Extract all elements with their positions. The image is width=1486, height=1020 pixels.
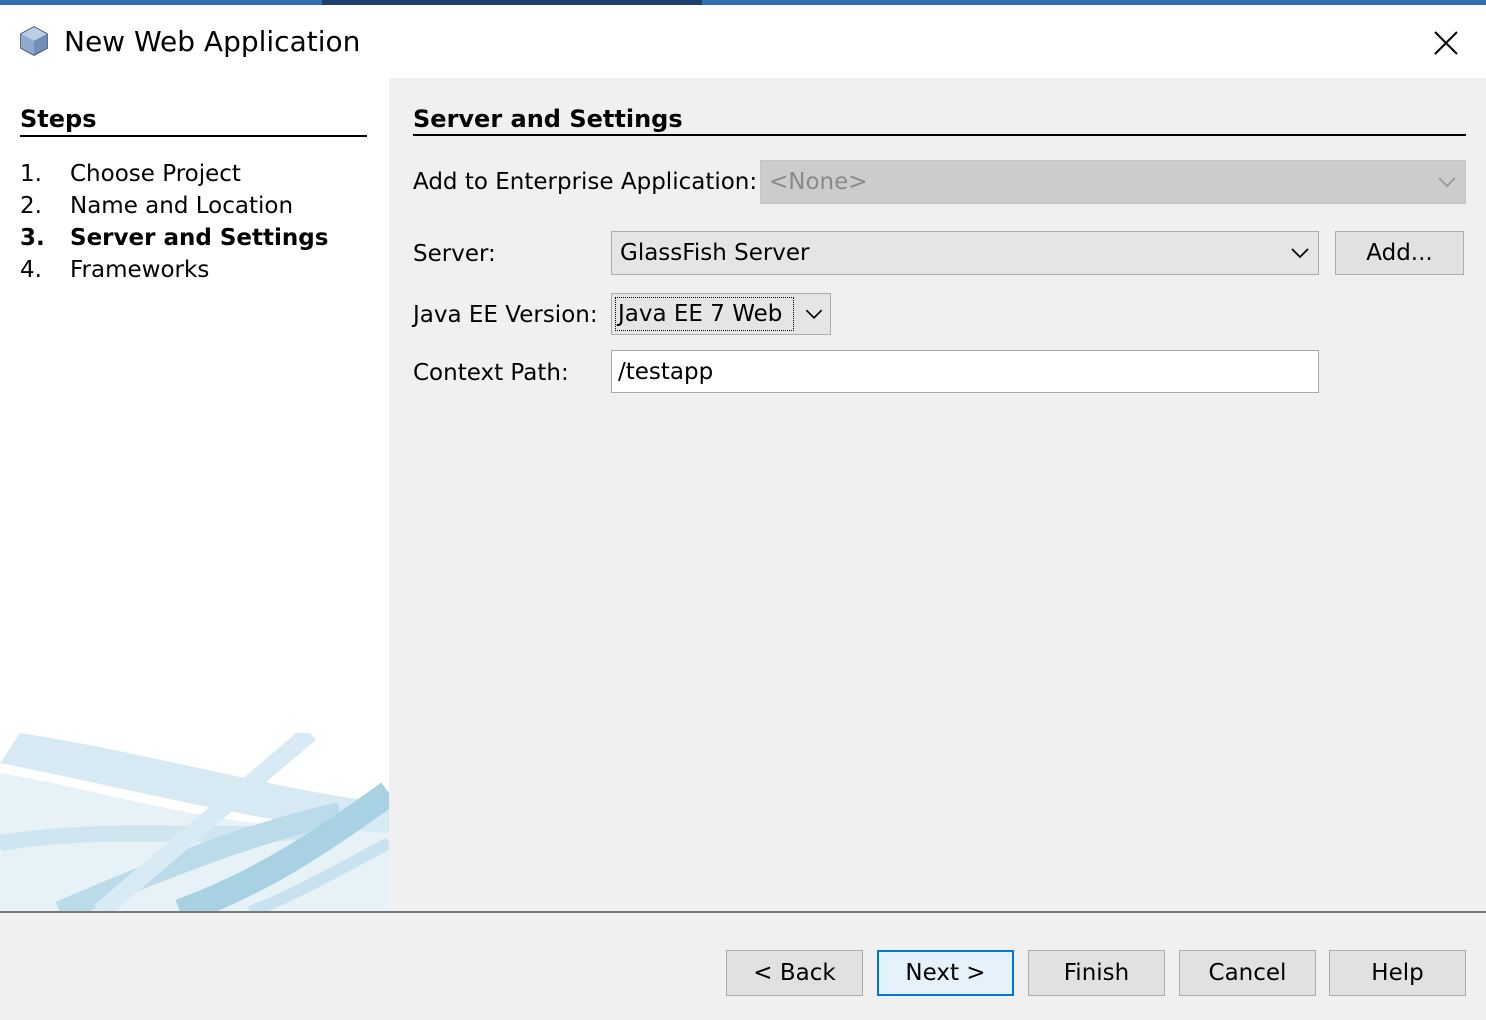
title-bar: New Web Application (0, 5, 1486, 78)
panel-title: Server and Settings (413, 105, 683, 133)
step-number: 4. (20, 257, 42, 283)
steps-pane: Steps 1. Choose Project 2. Name and Loca… (0, 78, 389, 912)
chevron-down-icon (1438, 177, 1456, 188)
step-number: 1. (20, 161, 42, 187)
finish-button[interactable]: Finish (1028, 950, 1165, 996)
steps-title: Steps (20, 105, 97, 133)
server-label: Server: (413, 241, 496, 267)
javaee-version-label: Java EE Version: (413, 302, 598, 328)
javaee-version-dropdown[interactable]: Java EE 7 Web (611, 293, 831, 335)
help-button[interactable]: Help (1329, 950, 1466, 996)
enterprise-app-value: <None> (769, 169, 868, 195)
panel-divider (413, 134, 1466, 136)
close-icon[interactable] (1426, 23, 1466, 63)
context-path-field[interactable] (612, 351, 1318, 392)
cancel-button[interactable]: Cancel (1179, 950, 1316, 996)
enterprise-app-dropdown: <None> (760, 160, 1466, 204)
chevron-down-icon (805, 309, 823, 320)
step-number: 3. (20, 225, 45, 251)
steps-divider (20, 135, 367, 137)
step-number: 2. (20, 193, 42, 219)
back-button[interactable]: < Back (726, 950, 863, 996)
step-label: Server and Settings (70, 225, 329, 251)
settings-panel: Server and Settings Add to Enterprise Ap… (389, 78, 1486, 912)
add-server-button[interactable]: Add... (1335, 231, 1464, 275)
step-label: Frameworks (70, 257, 210, 283)
window-title: New Web Application (64, 25, 361, 58)
chevron-down-icon (1291, 248, 1309, 259)
enterprise-app-label: Add to Enterprise Application: (413, 169, 758, 195)
button-bar: < Back Next > Finish Cancel Help (0, 913, 1486, 1020)
server-dropdown[interactable]: GlassFish Server (611, 231, 1319, 275)
context-path-input[interactable] (611, 350, 1319, 393)
step-label: Choose Project (70, 161, 241, 187)
context-path-label: Context Path: (413, 360, 569, 386)
javaee-version-value: Java EE 7 Web (618, 301, 783, 327)
step-label: Name and Location (70, 193, 294, 219)
server-value: GlassFish Server (620, 240, 810, 266)
next-button[interactable]: Next > (877, 950, 1014, 996)
wizard-swoosh-graphic (0, 733, 389, 912)
netbeans-cube-icon (20, 26, 48, 56)
